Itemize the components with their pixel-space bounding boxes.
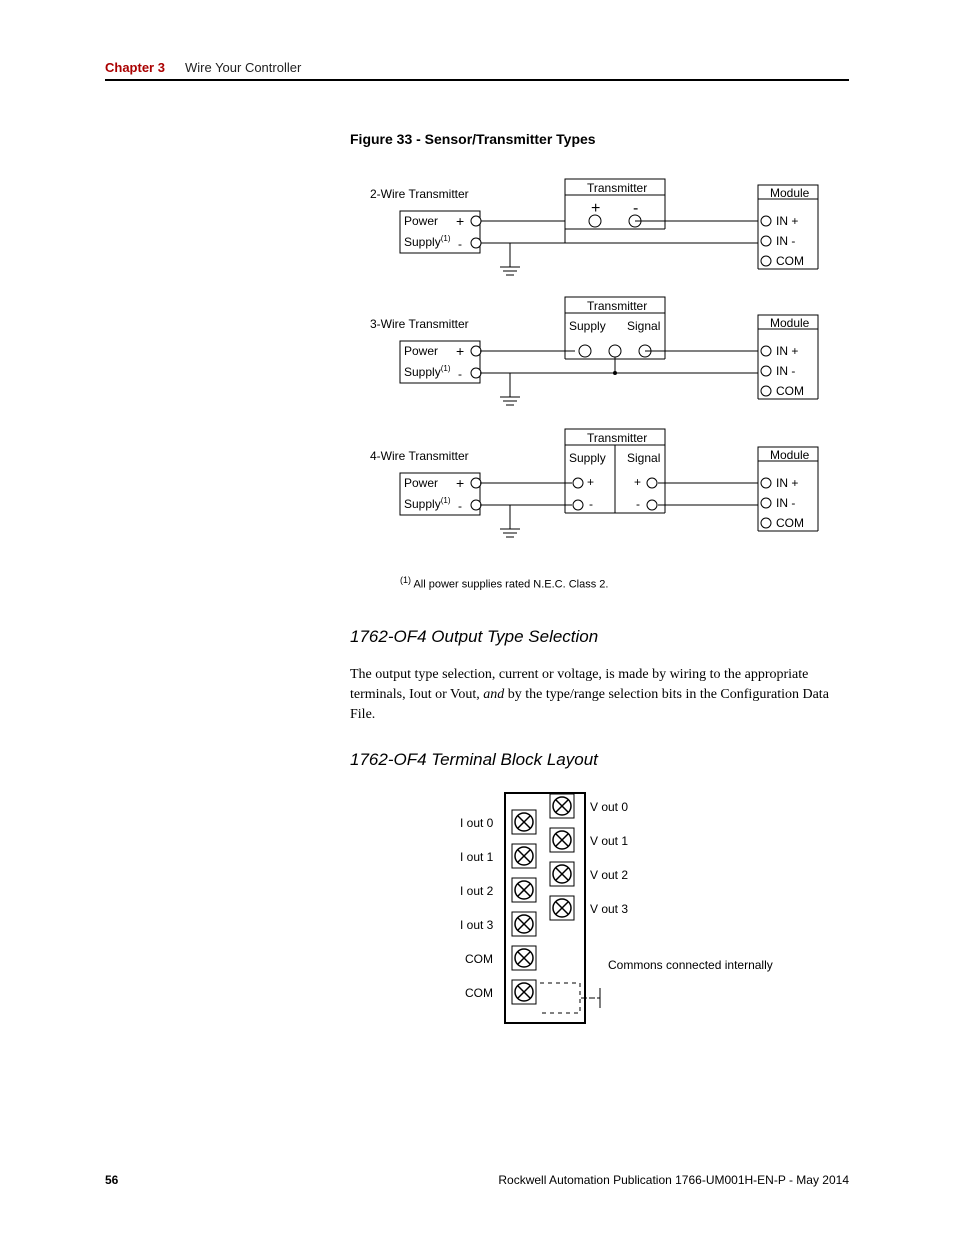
power-label-1a: Power (404, 214, 438, 228)
four-wire-supply: Supply (569, 451, 606, 465)
three-wire-title: 3-Wire Transmitter (370, 317, 469, 331)
tb-right-1: V out 1 (590, 834, 628, 848)
module-com-c: COM (776, 516, 804, 530)
four-wire-signal: Signal (627, 451, 660, 465)
power-label-2a: Supply(1) (404, 234, 450, 249)
module-title-b: Module (770, 316, 809, 330)
module-inminus-a: IN - (776, 234, 795, 248)
module-inminus-b: IN - (776, 364, 795, 378)
module-title-a: Module (770, 186, 809, 200)
ps-minus-a: - (458, 237, 462, 251)
tb-right-3: V out 3 (590, 902, 628, 916)
module-title-c: Module (770, 448, 809, 462)
terminal-block-diagram: I out 0 I out 1 I out 2 I out 3 COM COM … (450, 788, 850, 1038)
three-wire-tx-label: Transmitter (587, 299, 647, 313)
four-sig-plus: + (634, 475, 641, 489)
two-wire-tx-label: Transmitter (587, 181, 647, 195)
module-com-a: COM (776, 254, 804, 268)
ps-plus-b: + (456, 343, 464, 359)
power-label-1b: Power (404, 344, 438, 358)
chapter-title: Wire Your Controller (185, 60, 301, 75)
publication-id: Rockwell Automation Publication 1766-UM0… (498, 1173, 849, 1187)
power-label-2c: Supply(1) (404, 496, 450, 511)
module-inplus-b: IN + (776, 344, 798, 358)
tb-right-2: V out 2 (590, 868, 628, 882)
figure33-diagram: 2-Wire Transmitter Transmitter + - Power… (350, 167, 830, 567)
tb-left-2: I out 2 (460, 884, 493, 898)
chapter-label: Chapter 3 (105, 60, 165, 75)
two-wire-title: 2-Wire Transmitter (370, 187, 469, 201)
page-number: 56 (105, 1173, 118, 1187)
power-label-1c: Power (404, 476, 438, 490)
ps-minus-b: - (458, 367, 462, 381)
four-sig-minus: - (636, 497, 640, 511)
ps-minus-c: - (458, 499, 462, 513)
module-inplus-c: IN + (776, 476, 798, 490)
tb-left-4: COM (465, 952, 493, 966)
three-wire-signal: Signal (627, 319, 660, 333)
tb-left-1: I out 1 (460, 850, 493, 864)
figure-caption: Figure 33 - Sensor/Transmitter Types (350, 131, 849, 147)
tb-left-5: COM (465, 986, 493, 1000)
tb-left-0: I out 0 (460, 816, 493, 830)
four-wire-tx-label: Transmitter (587, 431, 647, 445)
header-rule (105, 79, 849, 81)
tb-note: Commons connected internally (608, 958, 773, 972)
module-inminus-c: IN - (776, 496, 795, 510)
four-wire-title: 4-Wire Transmitter (370, 449, 469, 463)
tb-left-3: I out 3 (460, 918, 493, 932)
four-sup-plus: + (587, 475, 594, 489)
tb-right-0: V out 0 (590, 800, 628, 814)
section-output-title: 1762-OF4 Output Type Selection (350, 627, 849, 647)
section-tb-title: 1762-OF4 Terminal Block Layout (350, 750, 849, 770)
figure-footnote: (1) All power supplies rated N.E.C. Clas… (400, 575, 849, 591)
module-com-b: COM (776, 384, 804, 398)
four-sup-minus: - (589, 497, 593, 511)
two-wire-plus: + (591, 200, 600, 218)
ps-plus-c: + (456, 475, 464, 491)
ps-plus-a: + (456, 213, 464, 229)
two-wire-minus: - (633, 200, 638, 218)
power-label-2b: Supply(1) (404, 364, 450, 379)
section-output-body: The output type selection, current or vo… (350, 665, 849, 726)
terminal-block-svg (450, 788, 850, 1038)
three-wire-supply: Supply (569, 319, 606, 333)
module-inplus-a: IN + (776, 214, 798, 228)
